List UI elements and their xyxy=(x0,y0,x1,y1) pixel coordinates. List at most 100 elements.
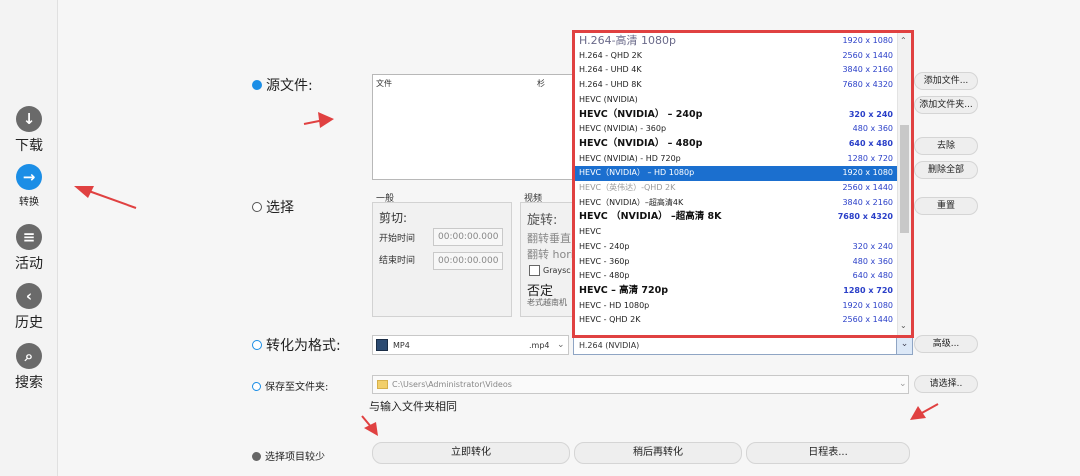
start-time-label: 开始时间 xyxy=(379,234,416,244)
annotation-arrow-left xyxy=(74,186,137,209)
codec-option[interactable]: HEVC（NVIDIA） – HD 1080p 1920 x 1080 xyxy=(575,166,899,181)
general-panel: 剪切: 开始时间 00:00:00.000 结束时间 00:00:00.000 xyxy=(372,202,512,317)
codec-option[interactable]: HEVC（英伟达）-QHD 2K 2560 x 1440 xyxy=(575,181,899,196)
nav-item-download[interactable]: ↓ 下载 xyxy=(0,106,58,155)
nav-label: 转换 xyxy=(19,197,39,208)
codec-option[interactable]: HEVC - 480p 640 x 480 xyxy=(575,269,899,284)
codec-option-resolution: 3840 x 2160 xyxy=(842,65,893,75)
codec-option-resolution: 1920 x 1080 xyxy=(842,168,893,178)
scroll-down-icon[interactable]: ⌄ xyxy=(900,321,907,330)
advanced-button[interactable]: 高级... xyxy=(914,335,978,353)
codec-option[interactable]: HEVC（NVIDIA）–超高清4K 3840 x 2160 xyxy=(575,196,899,211)
codec-option[interactable]: HEVC - 240p 320 x 240 xyxy=(575,240,899,255)
video-panel: 旋转: 翻转垂直 翻转 hori Graysc 否定 老式越南机 xyxy=(520,202,574,317)
schedule-button[interactable]: 日程表... xyxy=(746,442,910,464)
codec-option-resolution: 1920 x 1080 xyxy=(842,300,893,310)
source-label: 源文件: xyxy=(252,75,313,95)
codec-option-name: H.264 - UHD 8K xyxy=(579,80,642,90)
folder-icon xyxy=(377,380,388,389)
add-file-button[interactable]: 添加文件... xyxy=(914,72,978,90)
collapse-icon[interactable] xyxy=(252,80,262,90)
expand-icon[interactable] xyxy=(252,381,261,391)
old-tv-label: 老式越南机 xyxy=(527,298,567,307)
expand-icon[interactable] xyxy=(252,340,262,350)
fewer-options-label[interactable]: 选择项目较少 xyxy=(252,448,325,463)
codec-option-resolution: 480 x 360 xyxy=(852,256,893,266)
codec-option[interactable]: H.264-高清 1080p 1920 x 1080 xyxy=(575,34,899,49)
dropdown-scrollbar[interactable]: ⌃ ⌄ xyxy=(897,33,911,335)
codec-option[interactable]: HEVC - 360p 480 x 360 xyxy=(575,255,899,270)
left-nav: ↓ 下载 → 转换 ≡ 活动 ‹ 历史 ⌕ 搜索 xyxy=(0,0,58,476)
codec-option-resolution: 3840 x 2160 xyxy=(842,197,893,207)
codec-option-resolution: 2560 x 1440 xyxy=(842,50,893,60)
save-folder-input[interactable]: C:\Users\Administrator\Videos ⌄ xyxy=(372,375,909,394)
source-file-list[interactable]: 文件 杉 xyxy=(372,74,574,180)
codec-option-name: HEVC (NVIDIA) - HD 720p xyxy=(579,153,681,163)
format-container: MP4 xyxy=(393,341,410,350)
nav-item-activity[interactable]: ≡ 活动 xyxy=(0,224,58,273)
codec-dropdown-list[interactable]: H.264-高清 1080p 1920 x 1080 H.264 - QHD 2K 2… xyxy=(572,30,914,338)
choose-folder-button[interactable]: 请选择.. xyxy=(914,375,978,393)
collapse-icon xyxy=(252,451,261,461)
codec-option-resolution: 320 x 240 xyxy=(852,241,893,251)
scroll-up-icon[interactable]: ⌃ xyxy=(900,36,907,45)
codec-option[interactable]: HEVC（NVIDIA） – 240p 320 x 240 xyxy=(575,108,899,123)
same-folder-label[interactable]: 与输入文件夹相同 xyxy=(369,398,457,414)
remove-all-button[interactable]: 删除全部 xyxy=(914,161,978,179)
codec-option[interactable]: HEVC (NVIDIA) - 360p 480 x 360 xyxy=(575,122,899,137)
codec-option[interactable]: H.264 - UHD 4K 3840 x 2160 xyxy=(575,63,899,78)
codec-option[interactable]: HEVC – 高清 720p 1280 x 720 xyxy=(575,284,899,299)
convert-now-button[interactable]: 立即转化 xyxy=(372,442,570,464)
annotation-arrow-source xyxy=(303,112,334,128)
format-select[interactable]: MP4 .mp4 ⌄ xyxy=(372,335,569,355)
codec-option-name: HEVC - 240p xyxy=(579,241,630,251)
codec-option-resolution: 1920 x 1080 xyxy=(842,36,893,45)
nav-item-history[interactable]: ‹ 历史 xyxy=(0,283,58,332)
codec-option-name: HEVC（NVIDIA）–超高清4K xyxy=(579,197,684,207)
annotation-arrow-choose xyxy=(910,403,939,420)
grayscale-checkbox[interactable] xyxy=(529,265,540,276)
grayscale-label: Graysc xyxy=(543,266,571,275)
codec-option-name: HEVC - HD 1080p xyxy=(579,300,650,310)
codec-option[interactable]: HEVC (NVIDIA) xyxy=(575,93,899,108)
end-time-input[interactable]: 00:00:00.000 xyxy=(433,252,503,270)
annotation-arrow-convert xyxy=(361,415,378,436)
codec-option-name: HEVC（NVIDIA） – 480p xyxy=(579,137,703,149)
codec-select[interactable]: H.264 (NVIDIA) ⌄ xyxy=(573,335,913,355)
file-column-header: 文件 xyxy=(376,79,392,88)
reset-button[interactable]: 重置 xyxy=(914,197,978,215)
nav-label: 搜索 xyxy=(15,375,43,391)
flip-horizontal[interactable]: 翻转 hori xyxy=(527,246,574,262)
chevron-down-icon: ⌄ xyxy=(896,336,912,354)
flip-vertical[interactable]: 翻转垂直 xyxy=(527,230,571,246)
nav-label: 下载 xyxy=(15,138,43,154)
converter-window: ↓ 下载 → 转换 ≡ 活动 ‹ 历史 ⌕ 搜索 源文件: 文件 杉 添加文件.… xyxy=(0,0,1080,476)
convert-icon: → xyxy=(16,164,42,190)
expand-icon[interactable] xyxy=(252,202,262,212)
nav-item-search[interactable]: ⌕ 搜索 xyxy=(0,343,58,392)
add-folder-button[interactable]: 添加文件夹... xyxy=(914,96,978,114)
convert-later-button[interactable]: 稍后再转化 xyxy=(574,442,742,464)
codec-option-name: HEVC (NVIDIA) xyxy=(579,94,638,104)
start-time-input[interactable]: 00:00:00.000 xyxy=(433,228,503,246)
column-header-fragment: 杉 xyxy=(537,79,545,88)
nav-label: 历史 xyxy=(15,315,43,331)
codec-option-name: H.264-高清 1080p xyxy=(579,34,677,47)
codec-option[interactable]: HEVC - QHD 2K 2560 x 1440 xyxy=(575,313,899,328)
chevron-down-icon: ⌄ xyxy=(899,379,907,389)
codec-option[interactable]: HEVC xyxy=(575,225,899,240)
format-label: 转化为格式: xyxy=(252,335,341,355)
nav-item-convert[interactable]: → 转换 xyxy=(0,164,58,208)
codec-option[interactable]: HEVC (NVIDIA) - HD 720p 1280 x 720 xyxy=(575,152,899,167)
codec-option-name: HEVC (NVIDIA) - 360p xyxy=(579,124,667,134)
codec-option[interactable]: H.264 - UHD 8K 7680 x 4320 xyxy=(575,78,899,93)
fewer-options-text: 选择项目较少 xyxy=(265,452,325,463)
codec-option[interactable]: H.264 - QHD 2K 2560 x 1440 xyxy=(575,49,899,64)
codec-option-name: HEVC - 360p xyxy=(579,256,630,266)
codec-option[interactable]: HEVC（NVIDIA） – 480p 640 x 480 xyxy=(575,137,899,152)
remove-button[interactable]: 去除 xyxy=(914,137,978,155)
codec-option[interactable]: HEVC - HD 1080p 1920 x 1080 xyxy=(575,299,899,314)
scroll-thumb[interactable] xyxy=(900,125,909,233)
codec-option[interactable]: HEVC （NVIDIA） –超高清 8K 7680 x 4320 xyxy=(575,210,899,225)
codec-option-resolution: 480 x 360 xyxy=(852,124,893,134)
